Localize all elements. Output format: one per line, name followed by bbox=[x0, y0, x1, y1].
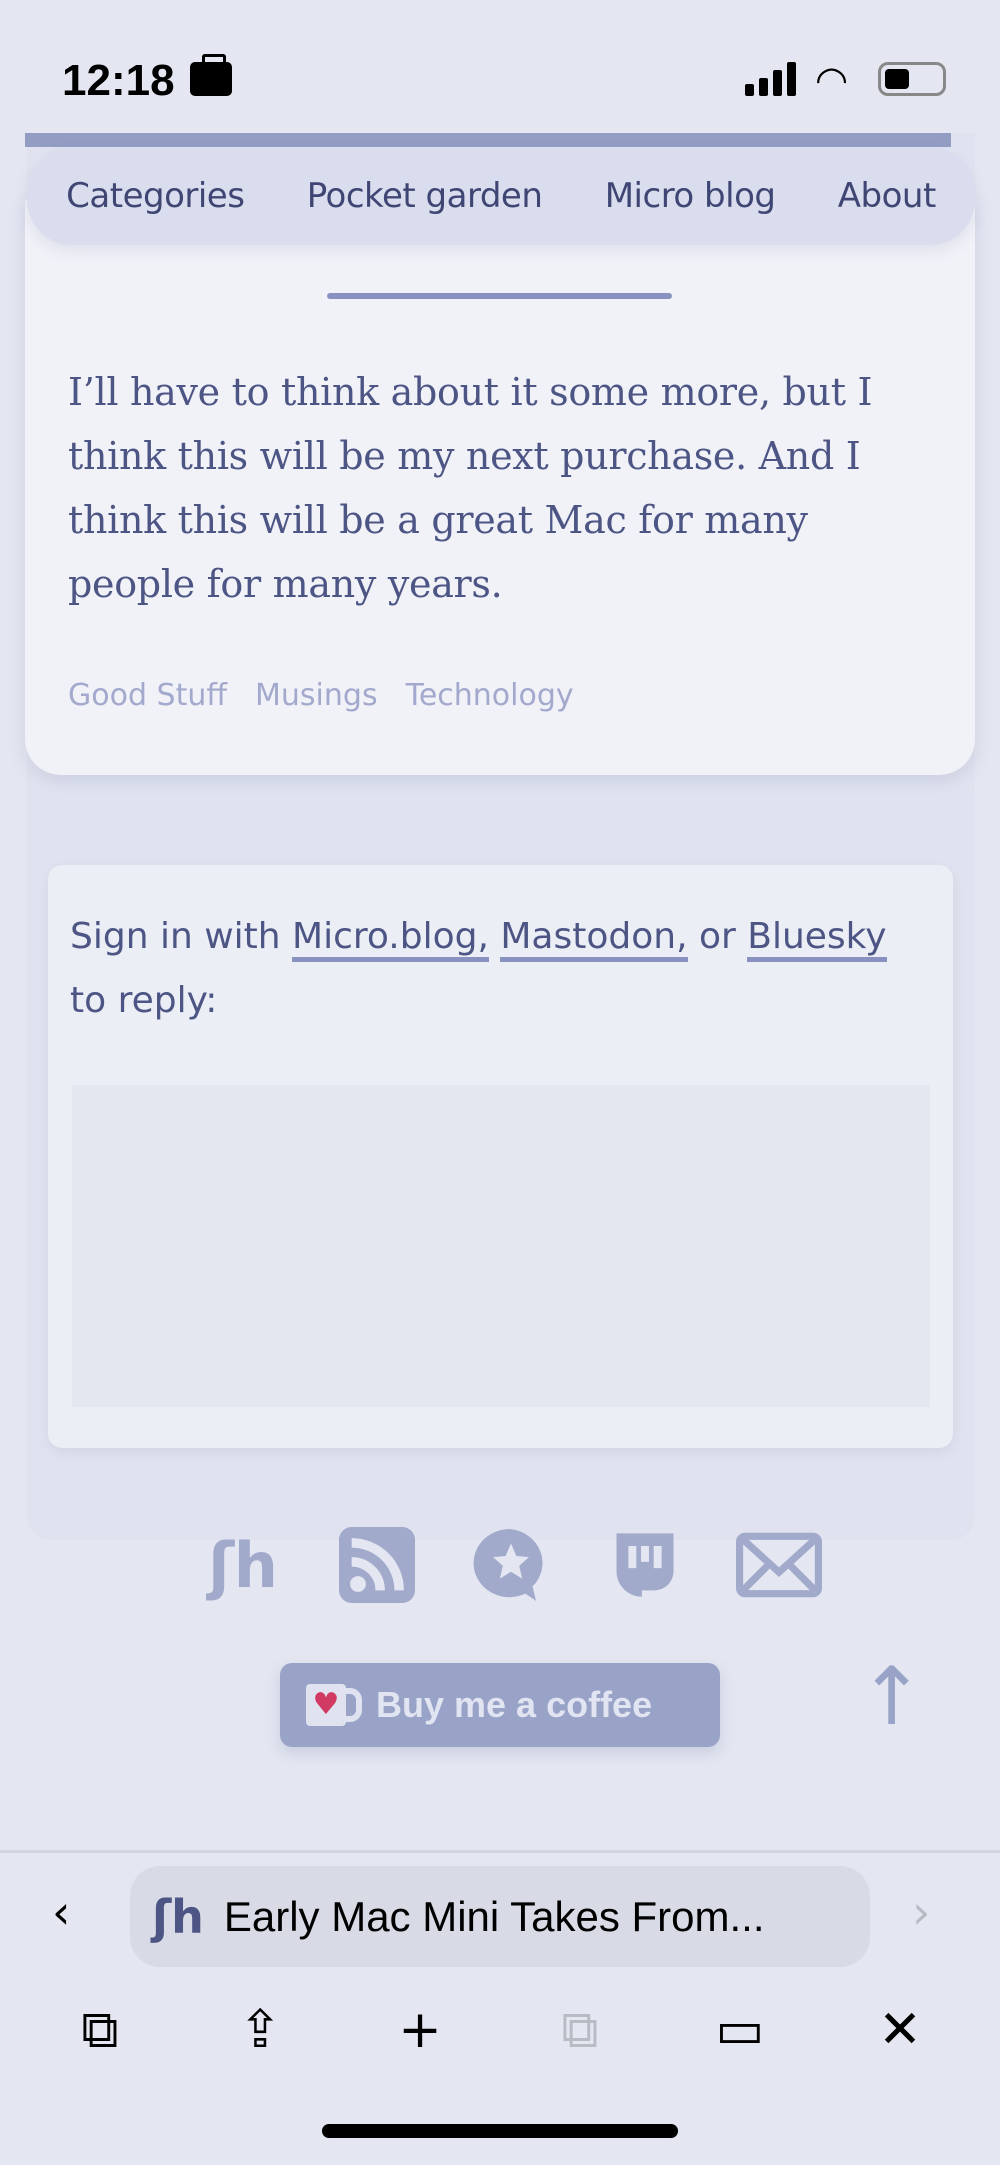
nav-categories[interactable]: Categories bbox=[66, 176, 245, 216]
tag-link[interactable]: Good Stuff bbox=[68, 678, 227, 713]
post-body: I’ll have to think about it some more, b… bbox=[68, 370, 873, 606]
microblog-link[interactable]: Micro.blog, bbox=[292, 916, 489, 962]
text: to reply: bbox=[70, 980, 218, 1021]
share-icon[interactable]: ⇪ bbox=[220, 1995, 300, 2065]
status-time: 12:18 bbox=[62, 56, 175, 105]
forward-chevron-icon[interactable]: › bbox=[912, 1885, 930, 1939]
tag-link[interactable]: Technology bbox=[406, 678, 574, 713]
tab-overview-icon[interactable]: ⧉ bbox=[540, 1995, 620, 2065]
page-title: Early Mac Mini Takes From... bbox=[223, 1892, 765, 1940]
reply-signin-text: Sign in with Micro.blog, Mastodon, or Bl… bbox=[70, 905, 890, 1033]
footer-icons: ʃh bbox=[200, 1525, 822, 1605]
signal-icon bbox=[745, 62, 796, 96]
text: Sign in with bbox=[70, 916, 293, 957]
wifi-icon: ◠ bbox=[815, 58, 849, 102]
rss-icon[interactable] bbox=[334, 1525, 420, 1605]
mastodon-icon[interactable] bbox=[602, 1525, 688, 1605]
site-favicon-icon: ʃh bbox=[152, 1889, 204, 1944]
coffee-mug-heart-icon: ♥ bbox=[306, 1684, 362, 1726]
battery-icon bbox=[878, 62, 946, 96]
home-indicator bbox=[322, 2124, 678, 2138]
new-tab-plus-icon[interactable]: + bbox=[380, 1995, 460, 2065]
buy-me-a-coffee-button[interactable]: ♥ Buy me a coffee bbox=[280, 1663, 720, 1747]
bluesky-link[interactable]: Bluesky bbox=[747, 916, 887, 962]
status-bar: 12:18 ◠ bbox=[0, 0, 1000, 133]
header-strip bbox=[25, 133, 951, 147]
site-logo-icon[interactable]: ʃh bbox=[200, 1525, 286, 1605]
nav-micro-blog[interactable]: Micro blog bbox=[605, 176, 776, 216]
copy-pages-icon[interactable]: ⧉ bbox=[60, 1995, 140, 2065]
mail-icon[interactable] bbox=[736, 1525, 822, 1605]
tabs-stack-icon[interactable]: ▭ bbox=[700, 1995, 780, 2065]
microblog-icon[interactable] bbox=[468, 1525, 554, 1605]
post-tags: Good Stuff Musings Technology bbox=[68, 678, 574, 713]
back-chevron-icon[interactable]: ‹ bbox=[52, 1885, 70, 1939]
address-bar[interactable]: ʃh Early Mac Mini Takes From... bbox=[130, 1866, 870, 1967]
divider bbox=[327, 293, 672, 299]
text bbox=[489, 916, 500, 957]
reply-placeholder-area bbox=[72, 1085, 930, 1407]
briefcase-icon bbox=[190, 54, 232, 96]
coffee-label: Buy me a coffee bbox=[376, 1684, 653, 1725]
close-icon[interactable]: ✕ bbox=[860, 1995, 940, 2065]
back-to-top-arrow-icon[interactable]: ↑ bbox=[858, 1650, 925, 1743]
mastodon-link[interactable]: Mastodon, bbox=[500, 916, 688, 962]
top-nav: Categories Pocket garden Micro blog Abou… bbox=[27, 147, 975, 245]
browser-actions: ⧉ ⇪ + ⧉ ▭ ✕ bbox=[0, 1995, 1000, 2065]
tag-link[interactable]: Musings bbox=[255, 678, 378, 713]
text: or bbox=[687, 916, 748, 957]
nav-about[interactable]: About bbox=[838, 176, 937, 216]
nav-pocket-garden[interactable]: Pocket garden bbox=[307, 176, 543, 216]
